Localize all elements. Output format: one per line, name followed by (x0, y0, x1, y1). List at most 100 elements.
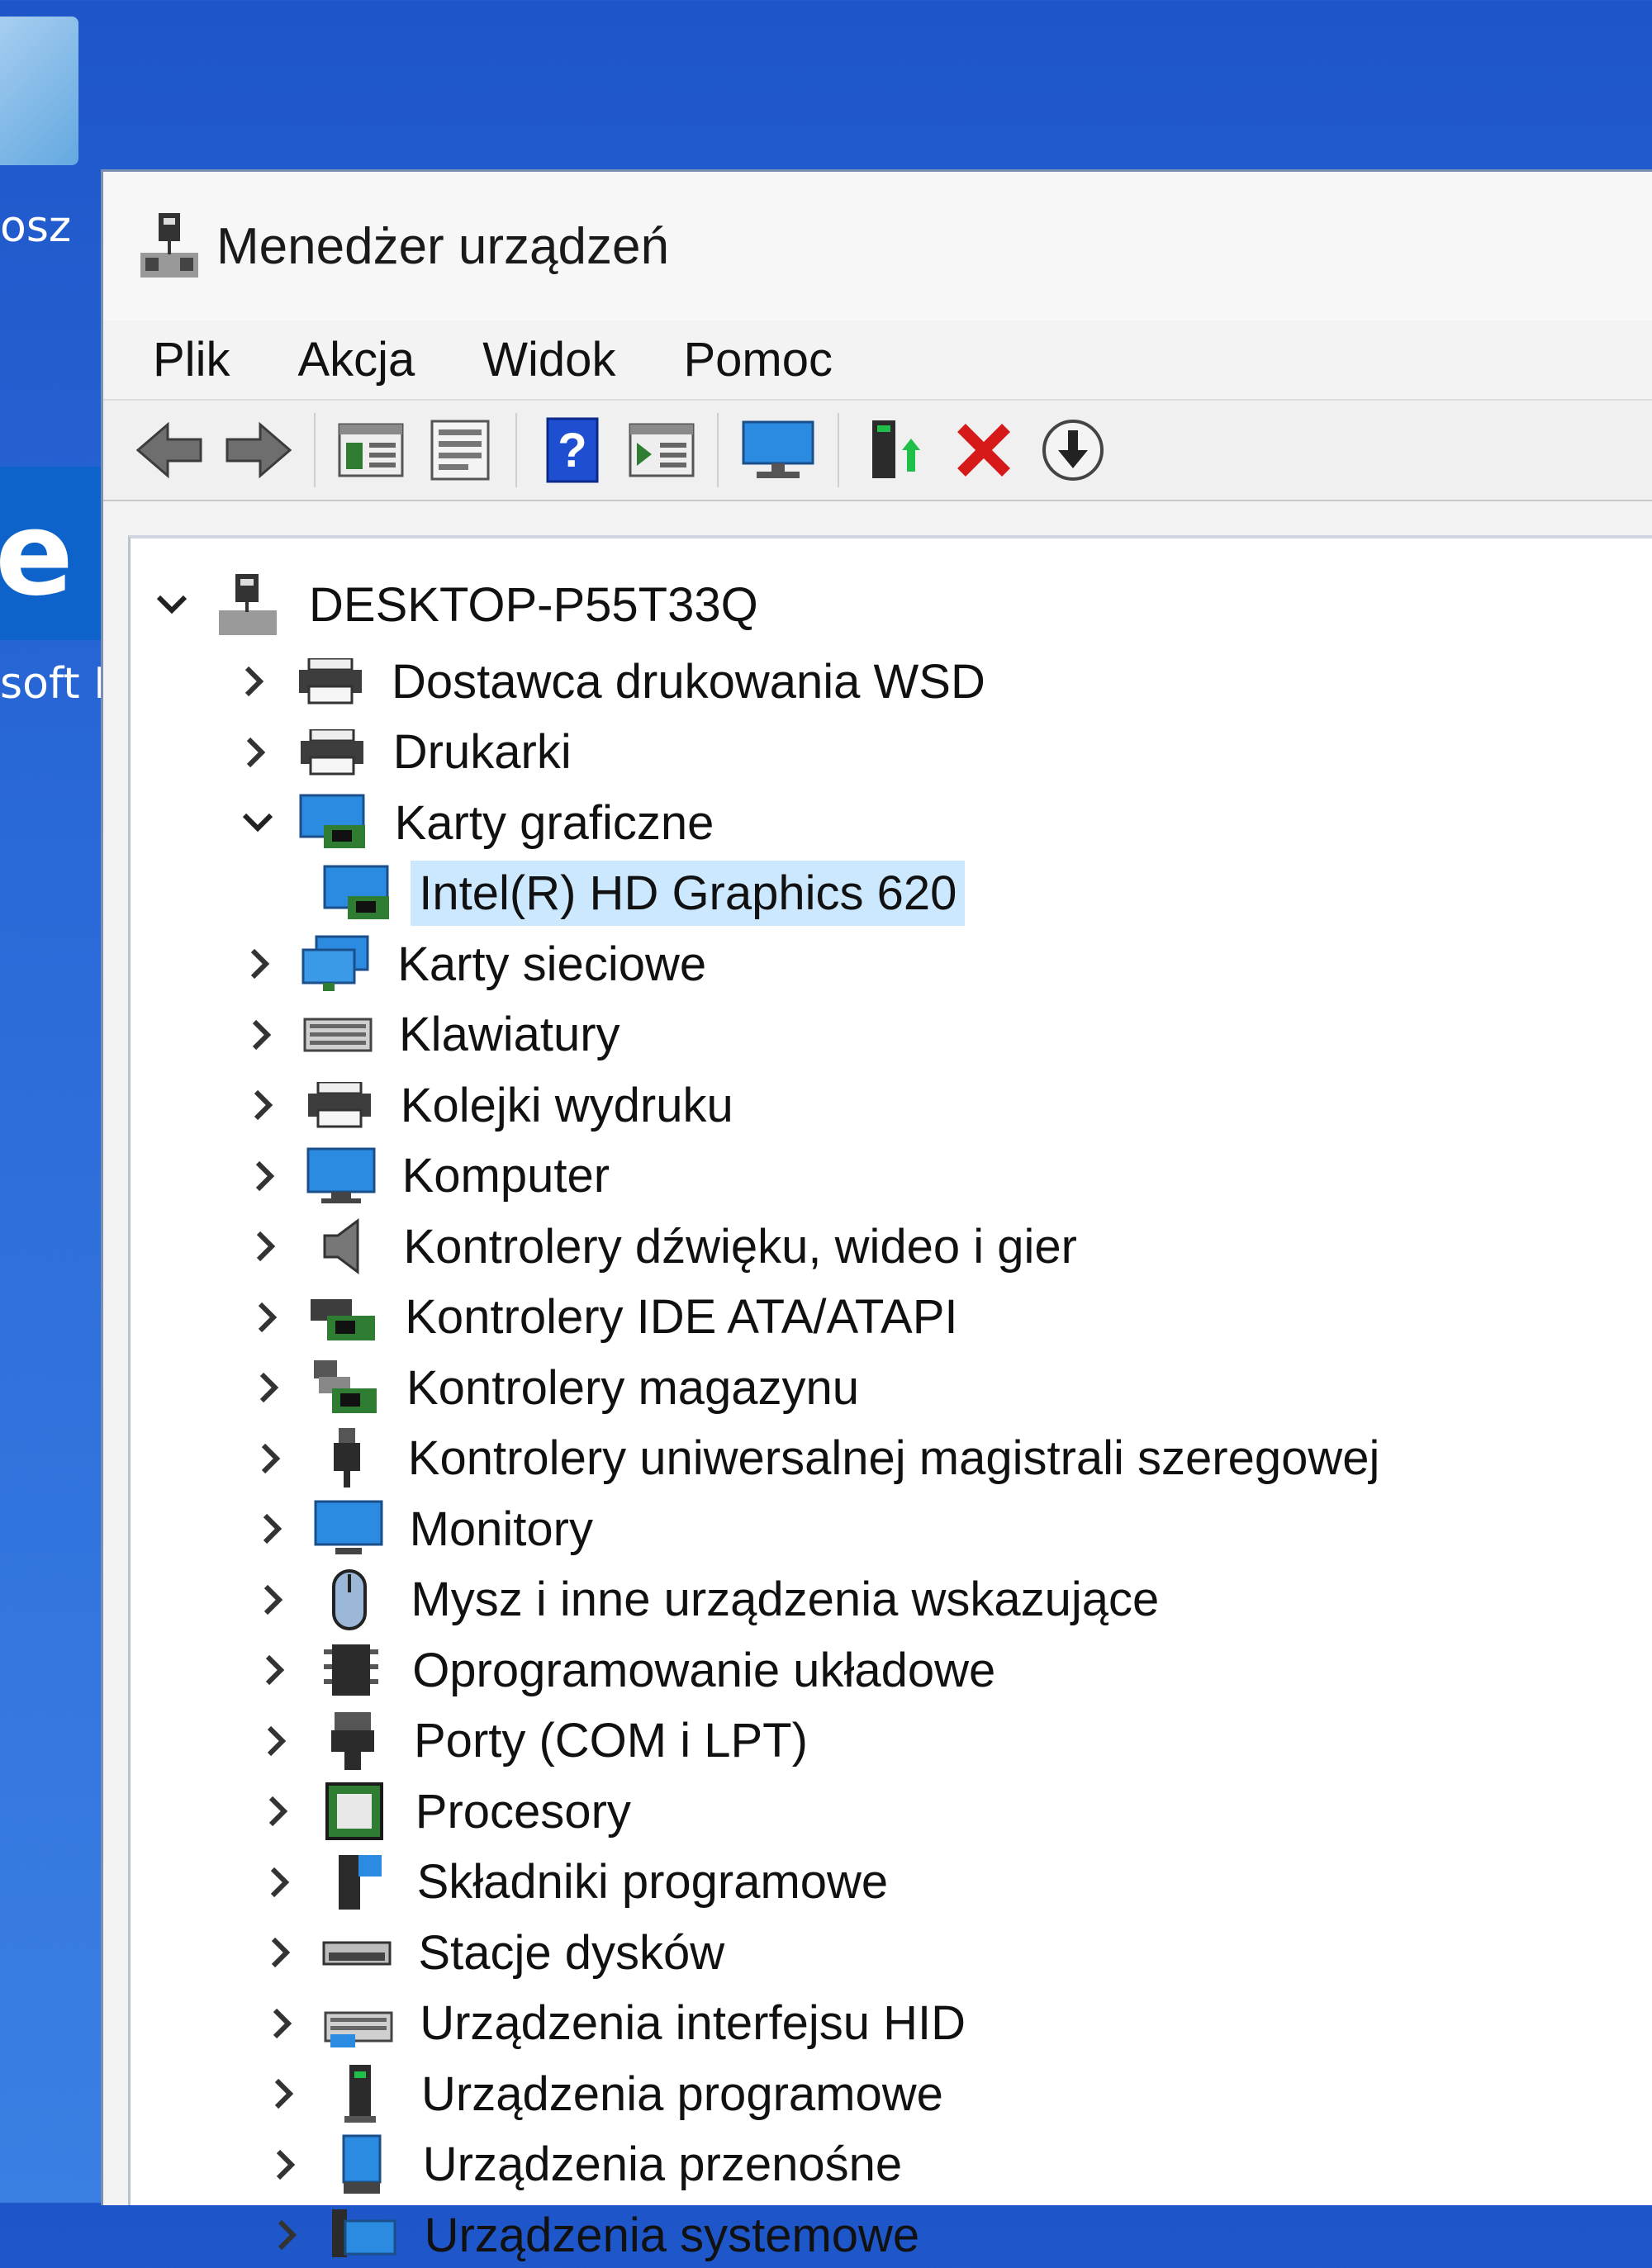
properties-button[interactable] (423, 413, 497, 487)
device-category[interactable]: Karty sieciowe (244, 931, 714, 997)
update-driver-button[interactable] (857, 413, 932, 487)
device-category[interactable]: Mysz i inne urządzenia wskazujące (257, 1567, 1167, 1633)
tree-item-label: Karty graficzne (394, 795, 714, 850)
device-category[interactable]: Kontrolery magazynu (253, 1355, 867, 1421)
expand-chevron-icon[interactable] (269, 2148, 302, 2181)
speaker-icon (307, 1217, 377, 1275)
device-category[interactable]: Urządzenia przenośne (269, 2132, 910, 2198)
expand-chevron-icon[interactable] (249, 1160, 282, 1193)
device-category[interactable]: Kolejki wydruku (247, 1072, 742, 1138)
expand-chevron-icon[interactable] (259, 1654, 292, 1687)
svg-text:?: ? (558, 424, 586, 477)
back-button[interactable] (132, 413, 206, 487)
tree-item-label: Drukarki (392, 725, 572, 779)
device-category[interactable]: Urządzenia interfejsu HID (266, 1990, 974, 2057)
tree-item-label: Intel(R) HD Graphics 620 (411, 861, 966, 926)
device-category[interactable]: Kontrolery dźwięku, wideo i gier (249, 1213, 1085, 1279)
back-arrow-icon (135, 421, 202, 479)
edge-logo-icon: e (0, 487, 74, 622)
device-category[interactable]: Karty graficzne (241, 790, 723, 856)
tree-item-label: Mysz i inne urządzenia wskazujące (411, 1573, 1160, 1626)
usb-icon (312, 1427, 382, 1487)
expand-chevron-icon[interactable] (251, 1301, 284, 1334)
expand-chevron-icon[interactable] (253, 1371, 286, 1404)
tree-item-label: Urządzenia przenośne (422, 2138, 903, 2191)
software-component-icon (321, 1853, 391, 1911)
expand-chevron-icon[interactable] (249, 1230, 282, 1263)
expand-chevron-icon[interactable] (266, 2007, 299, 2040)
device-category[interactable]: Dostawca drukowania WSD (238, 648, 994, 714)
menu-file[interactable]: Plik (153, 332, 230, 387)
device-category[interactable]: Składniki programowe (263, 1849, 897, 1915)
tree-item-label: Stacje dysków (418, 1925, 725, 1980)
expand-chevron-icon[interactable] (264, 1936, 297, 1969)
enable-device-button[interactable] (1036, 413, 1110, 487)
tree-item-label: Monitory (409, 1502, 593, 1556)
action-pane-button[interactable] (624, 413, 699, 487)
tree-item-label: Karty sieciowe (397, 937, 707, 991)
expand-chevron-icon[interactable] (271, 2218, 304, 2251)
processor-icon (320, 1782, 389, 1840)
expand-chevron-icon[interactable] (238, 665, 271, 698)
download-icon (1042, 420, 1104, 481)
expand-chevron-icon[interactable] (262, 1795, 295, 1828)
tree-item-label: Urządzenia programowe (421, 2066, 943, 2121)
tree-root[interactable]: DESKTOP-P55T33Q (155, 572, 767, 638)
uninstall-device-button[interactable] (947, 413, 1021, 487)
run-icon (629, 423, 695, 477)
tree-item-label: Kontrolery magazynu (406, 1360, 860, 1415)
network-icon (301, 935, 371, 993)
expand-chevron-icon[interactable] (268, 2077, 301, 2110)
device-category[interactable]: Kontrolery uniwersalnej magistrali szere… (254, 1426, 1389, 1492)
device-category[interactable]: Kontrolery IDE ATA/ATAPI (251, 1284, 966, 1350)
expand-chevron-icon[interactable] (263, 1866, 297, 1899)
device-category[interactable]: Klawiatury (245, 1002, 629, 1068)
device-category[interactable]: Monitory (256, 1496, 601, 1562)
computer-root-icon (213, 574, 282, 635)
expand-chevron-icon[interactable] (247, 1089, 280, 1122)
update-driver-icon (872, 420, 920, 478)
expand-chevron-icon[interactable] (260, 1725, 293, 1758)
uninstall-icon (957, 424, 1010, 477)
menu-action[interactable]: Akcja (297, 332, 415, 387)
title-bar[interactable]: Menedżer urządzeń (103, 172, 1652, 320)
device-category[interactable]: Drukarki (240, 719, 580, 785)
menu-bar: Plik Akcja Widok Pomoc (103, 320, 1652, 399)
help-button[interactable]: ? (535, 413, 610, 487)
device-category[interactable]: Komputer (249, 1143, 618, 1209)
show-hide-tree-icon (338, 423, 404, 477)
window-title: Menedżer urządzeń (216, 217, 669, 275)
device-category[interactable]: Oprogramowanie układowe (259, 1637, 1004, 1703)
expand-chevron-icon[interactable] (240, 736, 273, 769)
desktop-recycle-bin-icon[interactable] (0, 17, 78, 165)
menu-help[interactable]: Pomoc (683, 332, 833, 387)
device-category[interactable]: Porty (COM i LPT) (260, 1708, 816, 1774)
expand-chevron-icon[interactable] (245, 1018, 278, 1051)
device-item[interactable]: Intel(R) HD Graphics 620 (323, 861, 966, 927)
collapse-chevron-icon[interactable] (155, 588, 188, 621)
collapse-chevron-icon[interactable] (241, 806, 274, 839)
device-manager-icon (140, 213, 198, 278)
toolbar-separator (515, 413, 517, 487)
forward-button[interactable] (221, 413, 296, 487)
show-hide-console-tree-button[interactable] (334, 413, 408, 487)
toolbar-separator (314, 413, 316, 487)
display-adapter-icon (299, 794, 368, 852)
device-category[interactable]: Stacje dysków (264, 1919, 733, 1986)
expand-chevron-icon[interactable] (254, 1442, 287, 1475)
tree-item-label: Urządzenia interfejsu HID (420, 1996, 966, 2050)
storage-controller-icon (311, 1359, 380, 1416)
toolbar: ? (103, 399, 1652, 501)
system-device-icon (329, 2206, 398, 2264)
device-category[interactable]: Procesory (262, 1778, 639, 1844)
device-category[interactable]: Urządzenia programowe (268, 2061, 952, 2127)
expand-chevron-icon[interactable] (244, 947, 277, 980)
scan-for-hardware-changes-button[interactable] (737, 413, 819, 487)
printer-icon (297, 724, 367, 781)
device-tree[interactable]: DESKTOP-P55T33Q Dostawca drukowania WSD D… (128, 535, 1652, 2262)
menu-view[interactable]: Widok (482, 332, 615, 387)
scan-hardware-icon (742, 420, 814, 478)
expand-chevron-icon[interactable] (256, 1512, 289, 1545)
expand-chevron-icon[interactable] (257, 1583, 290, 1616)
device-category[interactable]: Urządzenia systemowe (271, 2202, 928, 2268)
